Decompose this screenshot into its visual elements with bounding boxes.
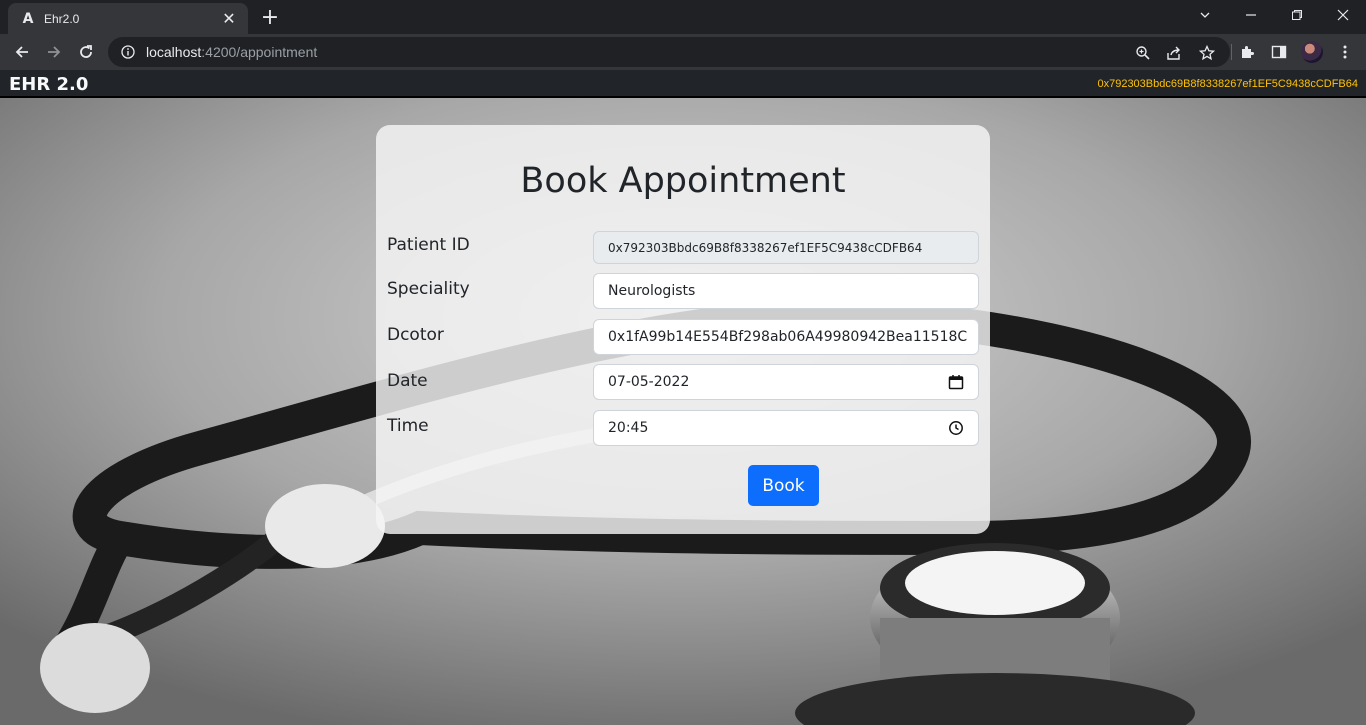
toolbar-divider [1231, 44, 1232, 60]
angular-favicon-icon: A [22, 10, 34, 27]
restore-icon[interactable] [1274, 0, 1320, 30]
date-value: 07-05-2022 [608, 374, 690, 390]
brand-logo[interactable]: EHR 2.0 [9, 74, 88, 95]
info-icon[interactable] [120, 44, 136, 60]
date-input[interactable]: 07-05-2022 [593, 364, 979, 400]
browser-toolbar: localhost:4200/appointment [0, 34, 1366, 70]
app-navbar: EHR 2.0 0x792303Bbdc69B8f8338267ef1EF5C9… [0, 70, 1366, 98]
time-label: Time [387, 416, 429, 436]
page-background: Book Appointment Patient ID 0x792303Bbdc… [0, 98, 1366, 725]
new-tab-button[interactable]: + [256, 5, 284, 30]
puzzle-icon[interactable] [1234, 39, 1260, 65]
tab-close-icon[interactable]: ✕ [220, 9, 238, 28]
forward-arrow-icon[interactable] [40, 38, 68, 66]
speciality-select[interactable]: Neurologists [593, 273, 979, 309]
time-value: 20:45 [608, 420, 649, 436]
profile-avatar[interactable] [1301, 41, 1323, 63]
page-title: Book Appointment [520, 161, 846, 201]
book-button[interactable]: Book [748, 465, 819, 506]
close-window-icon[interactable] [1320, 0, 1366, 30]
patient-id-label: Patient ID [387, 235, 470, 255]
date-label: Date [387, 371, 428, 391]
appointment-form-card: Book Appointment Patient ID 0x792303Bbdc… [376, 125, 990, 534]
speciality-label: Speciality [387, 279, 470, 299]
clock-icon[interactable] [948, 420, 964, 436]
tab-title: Ehr2.0 [44, 11, 80, 26]
time-input[interactable]: 20:45 [593, 410, 979, 446]
browser-tab-bar: A Ehr2.0 ✕ + [0, 0, 1366, 34]
zoom-icon[interactable] [1133, 43, 1153, 63]
minimize-icon[interactable] [1228, 0, 1274, 30]
doctor-select[interactable]: 0x1fA99b14E554Bf298ab06A49980942Bea11518… [593, 319, 979, 355]
more-menu-icon[interactable] [1332, 39, 1358, 65]
share-icon[interactable] [1164, 43, 1184, 63]
tab-search-icon[interactable] [1182, 0, 1228, 30]
doctor-label: Dcotor [387, 325, 444, 345]
address-bar[interactable]: localhost:4200/appointment [108, 37, 1230, 67]
calendar-icon[interactable] [948, 374, 964, 390]
reload-icon[interactable] [72, 38, 100, 66]
patient-id-field: 0x792303Bbdc69B8f8338267ef1EF5C9438cCDFB… [593, 231, 979, 264]
side-panel-icon[interactable] [1266, 39, 1292, 65]
account-address: 0x792303Bbdc69B8f8338267ef1EF5C9438cCDFB… [1097, 78, 1358, 90]
star-icon[interactable] [1197, 43, 1217, 63]
url-host: localhost [146, 44, 202, 60]
back-arrow-icon[interactable] [8, 38, 36, 66]
browser-tab[interactable]: A Ehr2.0 ✕ [8, 3, 248, 34]
url-path: :4200/appointment [201, 44, 318, 60]
